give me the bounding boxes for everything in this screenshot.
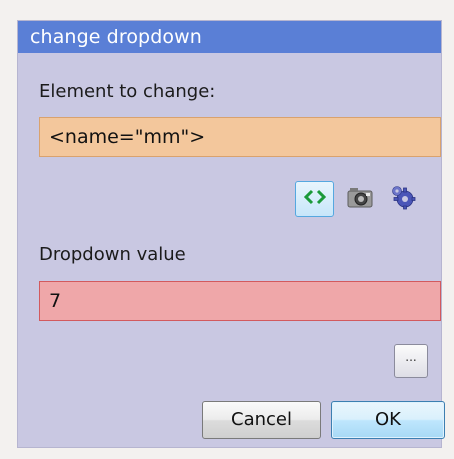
cancel-button[interactable]: Cancel [202,401,321,439]
element-to-change-field[interactable]: <name="mm"> [39,117,441,157]
dialog-title: change dropdown [18,21,441,53]
change-dropdown-dialog: change dropdown Element to change: <name… [17,20,445,448]
ok-button[interactable]: OK [331,401,445,439]
element-to-change-label: Element to change: [39,81,216,102]
dropdown-value-field[interactable]: 7 [39,281,441,321]
camera-icon [346,185,374,213]
browse-button[interactable]: ... [394,344,428,378]
settings-button[interactable] [383,181,422,217]
capture-element-button[interactable] [340,181,379,217]
code-tag-icon [303,189,326,209]
dropdown-value-label: Dropdown value [39,244,186,265]
edit-code-button[interactable] [295,181,334,217]
gear-icon [390,184,416,214]
